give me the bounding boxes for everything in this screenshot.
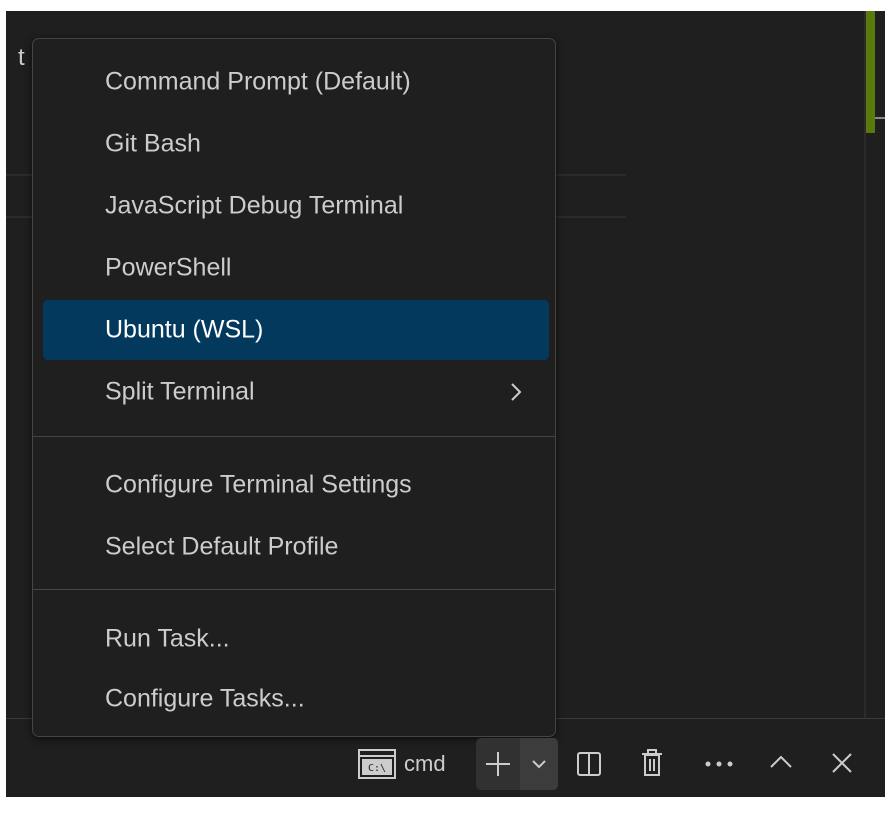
- menu-item-javascript-debug-terminal[interactable]: JavaScript Debug Terminal: [43, 176, 549, 236]
- menu-item-split-terminal[interactable]: Split Terminal: [43, 362, 549, 422]
- menu-item-label: Command Prompt (Default): [105, 67, 411, 96]
- menu-item-label: Configure Terminal Settings: [105, 470, 412, 499]
- menu-item-git-bash[interactable]: Git Bash: [43, 114, 549, 174]
- editor-partial-text: t: [18, 44, 25, 71]
- menu-item-ubuntu-wsl[interactable]: Ubuntu (WSL): [43, 300, 549, 360]
- menu-item-label: PowerShell: [105, 253, 232, 282]
- bottom-edge: [0, 797, 885, 825]
- profile-dropdown-button[interactable]: [520, 738, 558, 790]
- chevron-up-icon[interactable]: [768, 753, 794, 771]
- menu-separator: [33, 589, 555, 590]
- menu-item-configure-terminal-settings[interactable]: Configure Terminal Settings: [43, 455, 549, 515]
- menu-item-label: JavaScript Debug Terminal: [105, 191, 404, 220]
- chevron-down-icon: [532, 760, 546, 769]
- cmd-icon: C:\: [358, 749, 396, 779]
- menu-item-label: Ubuntu (WSL): [105, 315, 264, 344]
- menu-item-powershell[interactable]: PowerShell: [43, 238, 549, 298]
- terminal-profile-menu: Command Prompt (Default) Git Bash JavaSc…: [32, 38, 556, 737]
- menu-separator: [33, 436, 555, 437]
- terminal-tab-cmd[interactable]: C:\ cmd: [358, 742, 446, 786]
- trash-icon[interactable]: [640, 749, 664, 777]
- chevron-right-icon: [511, 383, 522, 401]
- svg-text:C:\: C:\: [368, 763, 386, 774]
- new-terminal-split-button[interactable]: [476, 738, 558, 790]
- scrollbar-cursor-marker: [875, 117, 885, 119]
- plus-icon[interactable]: [484, 750, 512, 778]
- menu-item-label: Split Terminal: [105, 377, 255, 406]
- menu-item-command-prompt[interactable]: Command Prompt (Default): [43, 52, 549, 112]
- menu-item-select-default-profile[interactable]: Select Default Profile: [43, 517, 549, 577]
- ellipsis-icon[interactable]: [704, 760, 734, 768]
- menu-item-label: Select Default Profile: [105, 532, 339, 561]
- menu-item-label: Git Bash: [105, 129, 201, 158]
- menu-item-label: Run Task...: [105, 624, 230, 653]
- close-icon[interactable]: [830, 751, 854, 775]
- scrollbar-change-marker[interactable]: [866, 11, 875, 133]
- menu-item-configure-tasks[interactable]: Configure Tasks...: [43, 669, 549, 729]
- terminal-name: cmd: [404, 751, 446, 776]
- top-edge: [0, 0, 885, 11]
- menu-item-label: Configure Tasks...: [105, 684, 305, 713]
- menu-item-run-task[interactable]: Run Task...: [43, 609, 549, 669]
- split-editor-icon[interactable]: [576, 751, 602, 777]
